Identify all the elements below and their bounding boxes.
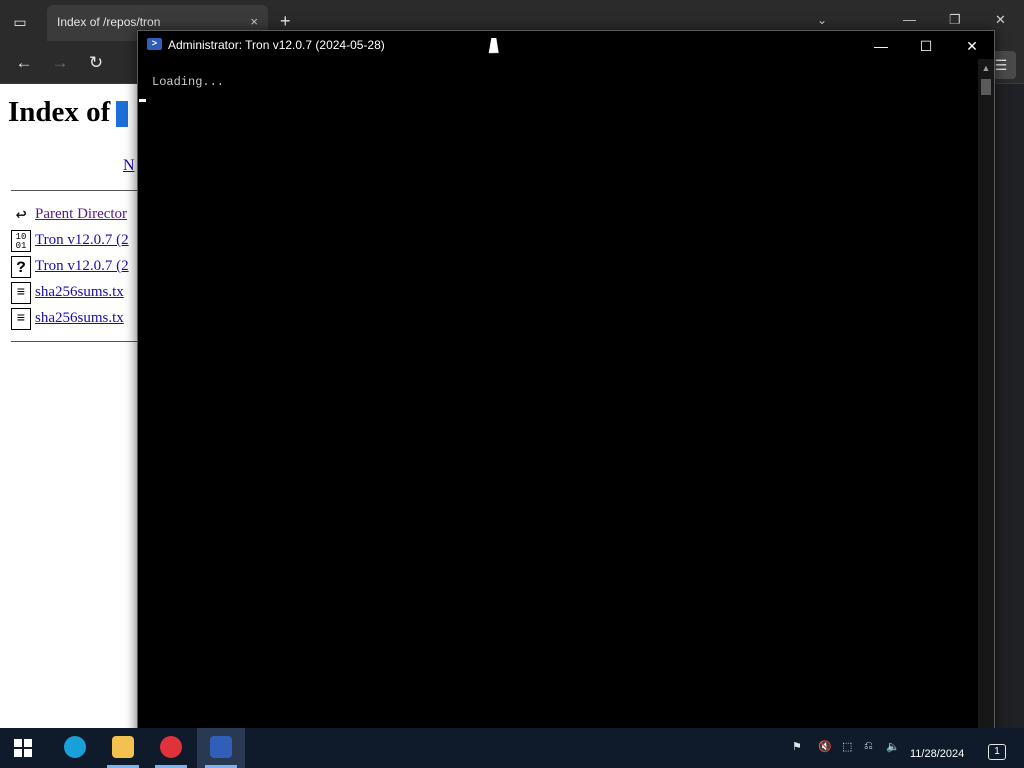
text-file-icon: ≡ [11, 308, 31, 330]
divider-top [11, 190, 140, 191]
console-scrollbar[interactable]: ▲ ▼ [978, 59, 994, 747]
browser-close-button[interactable]: ✕ [995, 12, 1006, 28]
windows-start-icon[interactable] [14, 739, 32, 757]
folder-icon [112, 736, 134, 758]
console-output-text: Loading... [152, 75, 225, 89]
edge-icon [64, 736, 86, 758]
text-file-icon: ≡ [11, 282, 31, 304]
back-button[interactable]: ← [13, 53, 35, 73]
page-title: Index of [8, 96, 129, 129]
taskbar-clock-date[interactable]: 11/28/2024 [910, 748, 964, 760]
file-row-sha256-1[interactable]: ≡ sha256sums.tx [11, 282, 140, 304]
browser-restore-button[interactable]: ❐ [949, 12, 961, 28]
tray-display-icon[interactable]: ⬚ [842, 740, 852, 753]
taskbar-edge-button[interactable] [51, 728, 99, 768]
divider-bottom [11, 341, 140, 342]
powershell-icon [210, 736, 232, 758]
console-close-button[interactable]: ✕ [957, 35, 987, 57]
tab-close-icon[interactable]: × [250, 14, 258, 29]
taskbar-file-explorer-button[interactable] [99, 728, 147, 768]
file-row-tron-exe[interactable]: 10 01 Tron v12.0.7 (2 [11, 230, 140, 252]
file-link[interactable]: Parent Director [35, 206, 127, 223]
unknown-file-icon: ? [11, 256, 31, 278]
console-minimize-button[interactable]: — [866, 35, 896, 57]
new-tab-button[interactable]: + [280, 11, 291, 31]
tray-volume-icon[interactable]: 🔈 [886, 740, 900, 753]
tray-network-icon[interactable]: 🔇 [818, 740, 832, 753]
file-link[interactable]: sha256sums.tx [35, 284, 124, 301]
tray-ethernet-icon[interactable]: ⎌ [864, 740, 873, 753]
scroll-up-arrow-icon[interactable]: ▲ [978, 61, 994, 75]
console-window[interactable]: > Administrator: Tron v12.0.7 (2024-05-2… [137, 30, 995, 748]
column-name-sort-link[interactable]: N [123, 157, 135, 175]
console-output-area[interactable]: Loading... [138, 59, 978, 747]
file-link[interactable]: Tron v12.0.7 (2 [35, 232, 129, 249]
browser-minimize-button[interactable]: — [903, 12, 916, 27]
forward-button[interactable]: → [49, 53, 71, 73]
console-titlebar[interactable]: > Administrator: Tron v12.0.7 (2024-05-2… [138, 31, 994, 59]
console-maximize-button[interactable]: ☐ [911, 35, 941, 57]
taskbar: ⚑ 🔇 ⬚ ⎌ 🔈 11/28/2024 1 [0, 728, 1024, 768]
tab-search-icon[interactable]: ▭ [8, 10, 32, 34]
file-link[interactable]: sha256sums.tx [35, 310, 124, 327]
desktop: ▭ Index of /repos/tron × + ⌄ — ❐ ✕ ← → ↻… [0, 0, 1024, 768]
console-title: Administrator: Tron v12.0.7 (2024-05-28) [168, 38, 385, 52]
notification-center-icon[interactable]: 1 [988, 744, 1006, 760]
taskbar-terminal-button[interactable] [197, 728, 245, 768]
taskbar-opera-button[interactable] [147, 728, 195, 768]
file-row-tron-unknown[interactable]: ? Tron v12.0.7 (2 [11, 256, 140, 278]
tray-flag-icon[interactable]: ⚑ [792, 740, 802, 753]
heading-selection-highlight [116, 101, 129, 128]
opera-icon [160, 736, 182, 758]
page-heading: Index of [8, 96, 111, 128]
tab-title: Index of /repos/tron [57, 15, 161, 29]
binary-file-icon: 10 01 [11, 230, 31, 252]
reload-button[interactable]: ↻ [85, 53, 107, 73]
text-cursor [139, 99, 146, 102]
tab-list-chevron-icon[interactable]: ⌄ [817, 13, 827, 27]
file-row-parent[interactable]: ↩ Parent Director [11, 204, 140, 226]
powershell-icon: > [147, 38, 162, 50]
back-arrow-icon: ↩ [11, 204, 31, 226]
file-row-sha256-2[interactable]: ≡ sha256sums.tx [11, 308, 140, 330]
file-link[interactable]: Tron v12.0.7 (2 [35, 258, 129, 275]
scrollbar-thumb[interactable] [981, 79, 991, 95]
directory-listing-page: Index of N ↩ Parent Director 10 01 Tron … [0, 84, 140, 728]
